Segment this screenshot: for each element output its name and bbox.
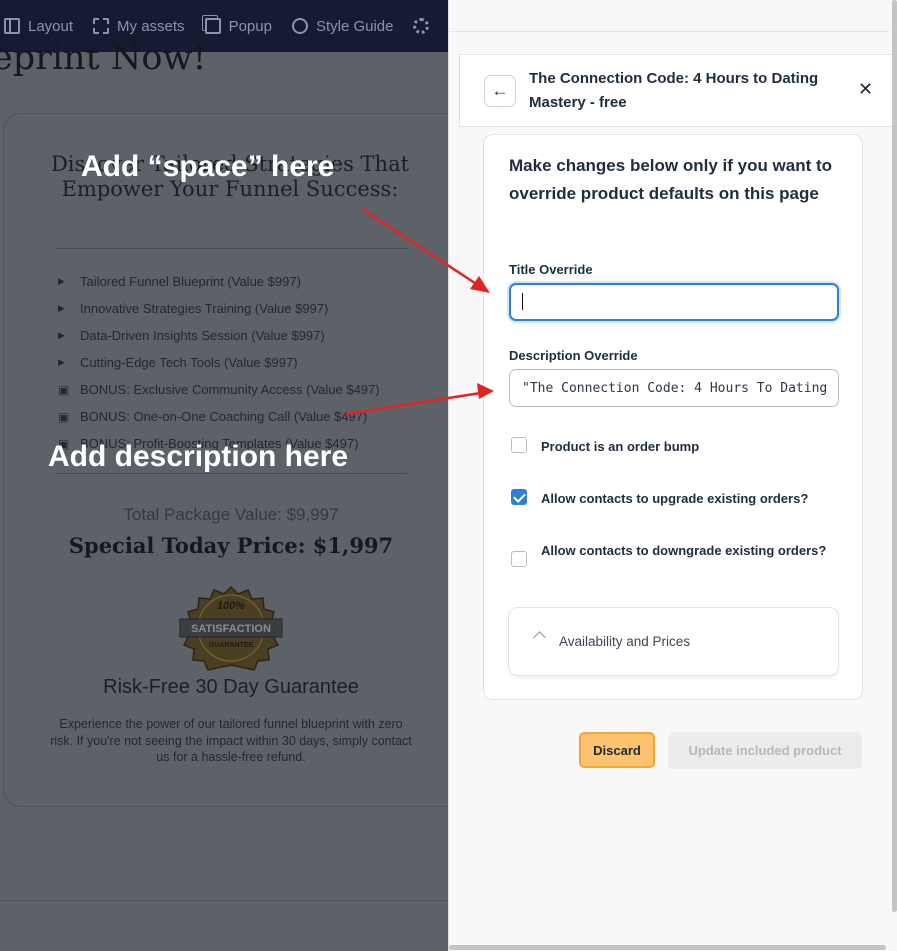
- caret-right-icon: ▶: [58, 276, 65, 286]
- divider: [449, 31, 889, 32]
- horizontal-scrollbar[interactable]: [449, 945, 886, 950]
- drawer-header: ← The Connection Code: 4 Hours to Dating…: [459, 54, 895, 127]
- form-intro: Make changes below only if you want to o…: [509, 156, 833, 203]
- vertical-scrollbar[interactable]: [892, 0, 897, 912]
- list-item: ▶ Tailored Funnel Blueprint (Value $997): [58, 274, 301, 289]
- guarantee-badge-icon: 100% SATISFACTION GUARANTEE: [179, 585, 283, 671]
- offer-list: ▶ Tailored Funnel Blueprint (Value $997) …: [58, 268, 380, 457]
- nav-my-assets-label: My assets: [117, 17, 185, 35]
- nav-layout[interactable]: Layout: [4, 18, 73, 35]
- nav-layout-label: Layout: [28, 17, 74, 35]
- edit-product-drawer: ← The Connection Code: 4 Hours to Dating…: [448, 0, 897, 951]
- description-override-label: Description Override: [509, 348, 638, 363]
- nav-style-guide[interactable]: Style Guide: [291, 17, 394, 35]
- title-override-label: Title Override: [509, 262, 593, 277]
- caret-right-icon: ▶: [58, 357, 65, 367]
- back-button[interactable]: ←: [484, 75, 516, 107]
- list-item: ▣ BONUS: Exclusive Community Access (Valu…: [58, 382, 380, 397]
- special-price: Special Today Price: $1,997: [68, 533, 394, 558]
- settings-icon: [413, 18, 430, 34]
- order-bump-label: Product is an order bump: [541, 439, 700, 454]
- arrow-left-icon: ←: [491, 81, 509, 100]
- close-icon[interactable]: ✕: [858, 79, 873, 100]
- assets-icon: [93, 18, 110, 34]
- nav-settings[interactable]: [413, 18, 430, 34]
- badge-middle-text: SATISFACTION: [191, 623, 271, 635]
- palette-icon: [291, 18, 308, 34]
- text-caret: [522, 293, 523, 310]
- availability-prices-accordion[interactable]: Availability and Prices: [508, 607, 839, 676]
- drawer-title: The Connection Code: 4 Hours to Dating M…: [529, 70, 819, 111]
- order-bump-checkbox[interactable]: [511, 437, 527, 453]
- update-included-product-button[interactable]: Update included product: [668, 732, 862, 769]
- nav-popup-label: Popup: [228, 17, 272, 35]
- order-bump-row[interactable]: Product is an order bump: [511, 437, 841, 457]
- list-item: ▶ Data-Driven Insights Session (Value $99…: [58, 328, 325, 343]
- list-item: ▶ Cutting-Edge Tech Tools (Value $997): [58, 355, 298, 370]
- layout-icon: [4, 18, 20, 34]
- list-item: ▶ Innovative Strategies Training (Value $…: [58, 301, 329, 316]
- badge-top-text: 100%: [217, 600, 245, 612]
- annotation-space: Add “space” here: [81, 150, 335, 183]
- override-form: Make changes below only if you want to o…: [483, 134, 863, 700]
- divider: [0, 900, 448, 901]
- background-page: Layout My assets Popup Style Guide eprin…: [0, 0, 448, 951]
- upgrade-orders-label: Allow contacts to upgrade existing order…: [541, 491, 809, 506]
- nav-style-guide-label: Style Guide: [315, 17, 394, 35]
- risk-title: Risk-Free 30 Day Guarantee: [103, 676, 359, 698]
- popup-icon: [204, 18, 221, 34]
- badge-bottom-text: GUARANTEE: [209, 642, 254, 649]
- upgrade-orders-row[interactable]: Allow contacts to upgrade existing order…: [511, 489, 841, 509]
- gift-icon: ▣: [58, 382, 70, 397]
- nav-my-assets[interactable]: My assets: [93, 18, 185, 35]
- downgrade-orders-row[interactable]: Allow contacts to downgrade existing ord…: [511, 541, 831, 567]
- chevron-up-icon: [533, 631, 546, 644]
- total-value: Total Package Value: $9,997: [123, 505, 339, 524]
- upgrade-orders-checkbox[interactable]: [511, 489, 527, 505]
- divider: [55, 248, 407, 249]
- gift-icon: ▣: [58, 409, 70, 424]
- risk-description: Experience the power of our tailored fun…: [50, 717, 412, 764]
- downgrade-orders-label: Allow contacts to downgrade existing ord…: [541, 543, 827, 558]
- nav-popup[interactable]: Popup: [204, 17, 272, 35]
- caret-right-icon: ▶: [58, 303, 65, 313]
- availability-label: Availability and Prices: [559, 634, 691, 649]
- discard-button[interactable]: Discard: [579, 732, 655, 768]
- list-item: ▣ BONUS: One-on-One Coaching Call (Value …: [58, 409, 368, 424]
- title-override-input[interactable]: [509, 283, 839, 321]
- annotation-description: Add description here: [48, 440, 349, 473]
- description-override-input[interactable]: [509, 369, 839, 407]
- downgrade-orders-checkbox[interactable]: [511, 551, 527, 567]
- page-headline: eprint Now!: [0, 38, 207, 78]
- caret-right-icon: ▶: [58, 330, 65, 340]
